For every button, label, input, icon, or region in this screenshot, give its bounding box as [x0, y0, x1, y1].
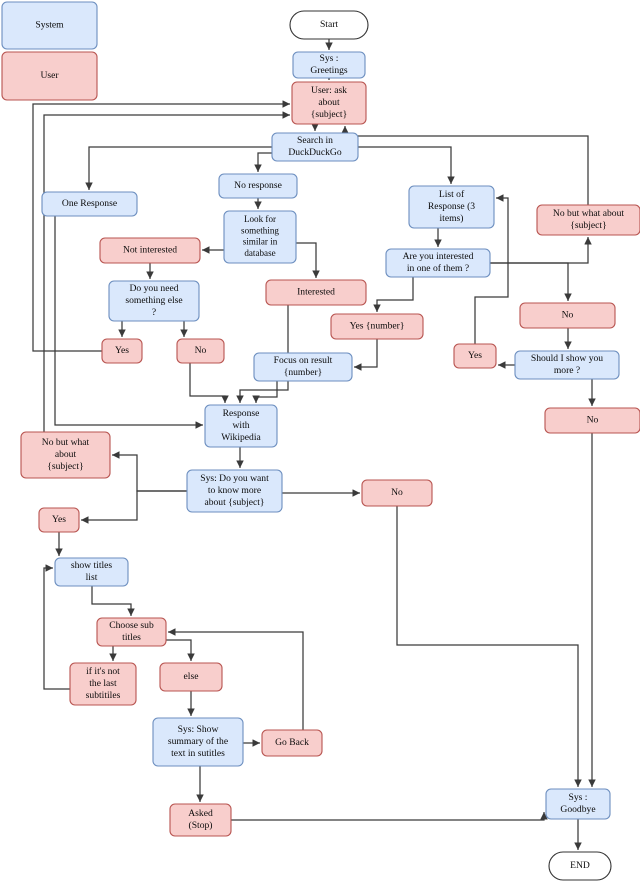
node-no-left[interactable]: No: [176, 338, 225, 364]
node-no-but-what-r[interactable]: No but what about {subject}: [536, 204, 640, 236]
node-sys-show-summary[interactable]: Sys: Show summary of the text in sutitles: [152, 717, 244, 767]
node-label-legend-system: System: [35, 20, 64, 31]
node-label-if-not-last: if it's not the last subtitiles: [86, 666, 121, 701]
edge-areyou-noright1: [490, 262, 572, 301]
node-label-no-right-2: No: [587, 415, 599, 426]
edge-areyou-yesnumber: [373, 277, 414, 312]
edge-choosesub-else: [166, 639, 195, 661]
edge-showtitles-choosesub: [91, 586, 135, 616]
edge-look-interested: [296, 242, 320, 278]
node-one-response[interactable]: One Response: [41, 191, 138, 217]
node-if-not-last[interactable]: if it's not the last subtitiles: [69, 662, 137, 706]
edge-focus-responsewiki: [252, 381, 278, 403]
edge-knowmore-nobutwhatleft: [112, 451, 187, 492]
legend-layer: System User: [1, 1, 98, 101]
node-label-start: Start: [320, 19, 338, 30]
node-legend-user[interactable]: User: [1, 51, 98, 101]
node-no-right-1[interactable]: No: [519, 302, 616, 329]
node-label-interested: Interested: [297, 287, 335, 298]
node-not-interested[interactable]: Not interested: [99, 237, 201, 264]
node-yes-number[interactable]: Yes {number}: [330, 313, 424, 340]
node-label-yes-bottom: Yes: [52, 514, 66, 525]
node-label-are-you-interested: Are you interested in one of them ?: [403, 251, 474, 274]
node-label-else: else: [184, 671, 199, 682]
flowchart-canvas: Start Sys : Greetings User: ask about {subjec…: [0, 0, 640, 892]
node-label-not-interested: Not interested: [123, 245, 177, 256]
node-label-end: END: [570, 860, 590, 871]
node-no-response[interactable]: No response: [218, 173, 298, 199]
node-end[interactable]: END: [548, 851, 612, 881]
node-label-no-middle: No: [391, 487, 403, 498]
node-sys-goodbye[interactable]: Sys : Goodbye: [545, 788, 611, 820]
edge-asked-goodbye: [231, 812, 548, 821]
node-response-wiki[interactable]: Response with Wikipedia: [204, 404, 278, 448]
node-label-asked-stop: Asked (Stop): [188, 808, 213, 831]
edge-search-listresponse: [358, 146, 455, 184]
node-label-one-response: One Response: [62, 198, 117, 209]
node-label-legend-user: User: [40, 70, 59, 81]
node-sys-know-more[interactable]: Sys: Do you want to know more about {subje…: [186, 469, 283, 513]
edge-areyou-nobutwhat-right: [490, 237, 592, 264]
edge-knowmore-yesbottom: [81, 490, 187, 524]
edge-nobutwhatleft-userask: [43, 111, 290, 432]
node-no-but-what-l[interactable]: No but what about {subject}: [20, 431, 111, 479]
node-label-look-similar: Look for something similar in database: [241, 214, 279, 258]
node-label-no-left: No: [195, 345, 207, 356]
node-yes-bottom[interactable]: Yes: [38, 507, 80, 533]
node-no-right-2[interactable]: No: [544, 407, 640, 434]
node-focus-result[interactable]: Focus on result {number}: [253, 352, 353, 382]
node-label-go-back: Go Back: [275, 737, 309, 748]
edge-search-noresponse: [254, 152, 272, 172]
node-legend-system[interactable]: System: [1, 1, 98, 50]
node-go-back[interactable]: Go Back: [261, 729, 323, 757]
node-interested[interactable]: Interested: [265, 279, 367, 306]
node-choose-sub[interactable]: Choose sub titles: [96, 617, 167, 647]
node-search-ddg[interactable]: Search in DuckDuckGo: [271, 132, 359, 162]
node-label-no-response: No response: [234, 180, 282, 191]
node-label-sys-know-more: Sys: Do you want to know more about {subje…: [200, 473, 269, 508]
edge-noleft-responsewiki: [189, 363, 229, 403]
node-yes-right[interactable]: Yes: [453, 343, 497, 369]
node-else[interactable]: else: [159, 662, 223, 692]
node-layer: Start Sys : GreetingsUser: ask about {subjec…: [20, 10, 640, 881]
node-label-yes-right: Yes: [468, 350, 482, 361]
node-start[interactable]: Start: [289, 10, 369, 40]
node-do-you-need[interactable]: Do you need something else?: [108, 280, 200, 322]
node-no-middle[interactable]: No: [361, 479, 433, 507]
node-label-yes-left: Yes: [115, 345, 129, 356]
edge-yesnumber-focus: [354, 339, 378, 371]
node-asked-stop[interactable]: Asked (Stop): [169, 803, 232, 837]
node-look-similar[interactable]: Look for something similar in database: [223, 210, 297, 264]
node-label-no-right-1: No: [562, 310, 574, 321]
node-should-show-more[interactable]: Should I show you more ?: [514, 350, 620, 380]
node-yes-left[interactable]: Yes: [101, 338, 143, 364]
node-label-yes-number: Yes {number}: [350, 321, 405, 332]
flowchart-svg: Start Sys : GreetingsUser: ask about {subjec…: [1, 1, 640, 881]
node-show-titles[interactable]: show titles list: [54, 557, 129, 587]
node-list-response[interactable]: List of Response (3 items): [408, 185, 495, 229]
node-sys-greetings[interactable]: Sys : Greetings: [292, 51, 366, 79]
edge-nomiddle-goodbye: [396, 506, 582, 787]
node-are-you-interested[interactable]: Are you interested in one of them ?: [385, 248, 491, 278]
node-user-ask[interactable]: User: ask about {subject}: [291, 81, 367, 125]
